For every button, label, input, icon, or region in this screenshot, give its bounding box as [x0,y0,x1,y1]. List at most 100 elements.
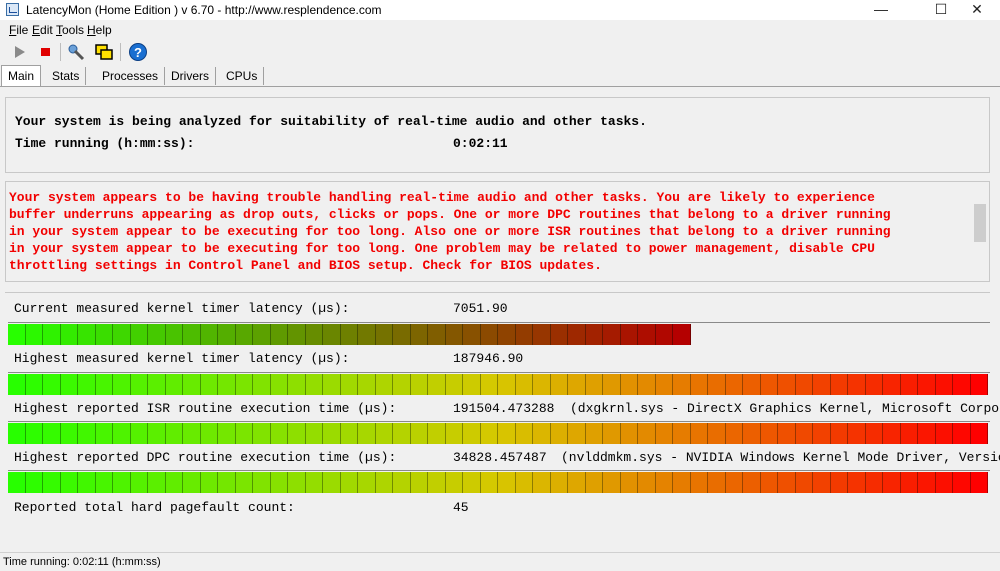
scroll-thumb[interactable] [974,204,986,242]
bar-segment [970,472,988,493]
bar-fill [8,471,988,494]
bar-segment [410,423,428,444]
bar-segment [620,423,638,444]
close-button[interactable]: ✕ [954,0,1000,20]
tab-processes[interactable]: Processes [96,67,166,85]
bar-segment [148,423,166,444]
bar-segment [445,472,463,493]
bar-segment [235,423,253,444]
tab-stats[interactable]: Stats [46,67,87,85]
minimize-button[interactable]: — [858,0,904,20]
metric-current-latency-value: 7051.90 [453,301,508,316]
menu-file[interactable]: File [9,23,28,37]
bar-segment [375,374,393,395]
bar-segment [8,324,26,345]
bar-segment [393,324,411,345]
bar-segment [865,472,883,493]
bar-segment [515,324,533,345]
metric-highest-latency-value: 187946.90 [453,351,524,366]
warning-line: throttling settings in Control Panel and… [9,258,602,273]
bar-segment [638,324,656,345]
analysis-text: Your system is being analyzed for suitab… [15,114,647,129]
bar-segment [130,472,148,493]
bar-segment [253,423,271,444]
bar-segment [288,423,306,444]
bar-segment [25,374,43,395]
bar-segment [480,472,498,493]
bar-segment [323,374,341,395]
bar-segment [375,324,393,345]
bar-segment [638,472,656,493]
bar-segment [813,472,831,493]
status-bar: Time running: 0:02:11 (h:mm:ss) [0,552,1000,571]
bar-segment [78,324,96,345]
menu-tools[interactable]: Tools [56,23,84,37]
status-text: Time running: 0:02:11 (h:mm:ss) [3,556,161,568]
bar-segment [795,472,813,493]
play-icon[interactable] [10,42,30,62]
tab-drivers[interactable]: Drivers [165,67,216,85]
bar-segment [480,423,498,444]
bar-segment [725,423,743,444]
bar-segment [918,472,936,493]
menu-edit-label: dit [40,23,53,37]
tab-main[interactable]: Main [1,65,42,87]
bar-segment [323,472,341,493]
bar-segment [218,374,236,395]
windows-icon[interactable] [94,42,114,62]
bar-segment [130,423,148,444]
bar-segment [270,324,288,345]
bar-segment [445,324,463,345]
bar-segment [673,472,691,493]
bar-segment [918,423,936,444]
bar-segment [550,472,568,493]
bar-segment [183,423,201,444]
bar-segment [463,324,481,345]
bar-segment [463,374,481,395]
bar-segment [568,324,586,345]
bar-segment [498,472,516,493]
bar-segment [8,472,26,493]
bar-segment [743,472,761,493]
bar-segment [585,374,603,395]
svg-text:?: ? [134,45,142,60]
menu-help[interactable]: Help [87,23,112,37]
bar-segment [78,423,96,444]
bar-segment [60,374,78,395]
bar-segment [253,472,271,493]
bar-segment [200,423,218,444]
bar-segment [760,472,778,493]
help-icon[interactable]: ? [128,42,148,62]
toolbar: ? [0,40,1000,64]
bar-segment [130,374,148,395]
bar-segment [725,472,743,493]
bar-segment [165,374,183,395]
bar-segment [900,472,918,493]
bar-segment [270,472,288,493]
bar-segment [43,472,61,493]
bar-segment [235,374,253,395]
title-bar: LatencyMon (Home Edition ) v 6.70 - http… [0,0,1000,20]
bar-segment [533,374,551,395]
bar-segment [655,472,673,493]
menu-edit[interactable]: Edit [32,23,53,37]
bar-segment [445,423,463,444]
bar-segment [270,374,288,395]
bar-segment [60,472,78,493]
bar-segment [603,423,621,444]
stop-icon[interactable] [36,42,56,62]
bar-segment [673,324,691,345]
bar-segment [970,423,988,444]
bar-segment [848,423,866,444]
bar-segment [410,472,428,493]
warning-scrollbar[interactable] [972,182,989,281]
bar-segment [340,472,358,493]
metric-dpc-detail: (nvlddmkm.sys - NVIDIA Windows Kernel Mo… [561,450,1000,465]
bar-segment [743,374,761,395]
bar-segment [883,374,901,395]
bar-segment [253,324,271,345]
options-icon[interactable] [66,42,86,62]
bar-segment [113,423,131,444]
tab-cpus[interactable]: CPUs [220,67,265,85]
window-title: LatencyMon (Home Edition ) v 6.70 - http… [26,3,382,17]
